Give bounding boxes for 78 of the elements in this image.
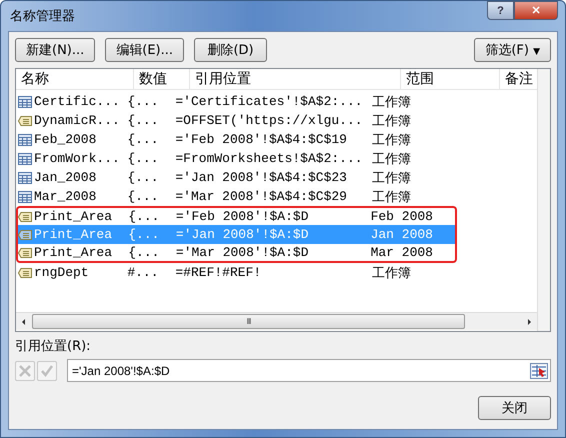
value-text: {...: [126, 151, 160, 166]
value-text: {...: [127, 209, 160, 224]
horizontal-scrollbar[interactable]: III: [16, 312, 537, 330]
reference-text: ='Feb 2008'!$A$4:$C$19: [174, 132, 348, 147]
reference-text: ='Certificates'!$A$2:...: [174, 94, 364, 109]
scope-text: 工作簿: [370, 188, 412, 206]
scrollbar-thumb[interactable]: III: [32, 314, 465, 329]
name-text: Jan_2008: [34, 170, 96, 185]
tag-icon: [18, 210, 32, 222]
refers-to-label: 引用位置(R):: [15, 338, 92, 355]
name-row[interactable]: Feb_2008 {... ='Feb 2008'!$A$4:$C$19 工作簿: [16, 130, 457, 149]
table-icon: [18, 172, 32, 184]
column-header[interactable]: 备注: [500, 69, 537, 89]
value-text: {...: [127, 227, 160, 242]
table-icon: [18, 96, 32, 108]
value-text: {...: [127, 245, 160, 260]
name-text: Certific...: [34, 94, 120, 109]
tag-icon: [18, 228, 32, 240]
help-button[interactable]: ?: [487, 1, 514, 20]
scope-text: 工作簿: [370, 112, 412, 130]
column-header[interactable]: 引用位置: [190, 69, 401, 89]
scope-text: 工作簿: [370, 150, 412, 168]
scope-text: Jan 2008: [370, 227, 434, 242]
name-text: Print_Area: [34, 227, 112, 242]
scope-text: 工作簿: [370, 94, 412, 110]
scroll-left-icon[interactable]: [20, 318, 28, 326]
value-text: {...: [126, 94, 160, 109]
name-text: Feb_2008: [34, 132, 96, 147]
toolbar-button[interactable]: 删除(D): [194, 38, 268, 62]
reference-text: ='Mar 2008'!$A:$D: [174, 245, 310, 260]
name-text: Mar_2008: [34, 189, 96, 204]
name-text: DynamicR...: [34, 113, 120, 128]
value-text: {...: [126, 132, 160, 147]
vertical-scrollbar[interactable]: [537, 69, 550, 331]
table-icon: [18, 152, 32, 164]
name-text: Print_Area: [34, 209, 112, 224]
close-dialog-button[interactable]: 关闭: [478, 396, 551, 420]
column-header[interactable]: 名称: [16, 69, 134, 89]
scroll-right-icon[interactable]: [525, 318, 533, 326]
name-row[interactable]: Mar_2008 {... ='Mar 2008'!$A$4:$C$29 工作簿: [16, 187, 457, 206]
toolbar-button[interactable]: 新建(N)...: [15, 38, 96, 62]
window-title: 名称管理器: [9, 8, 75, 25]
value-text: {...: [126, 113, 160, 128]
tag-icon: [18, 266, 32, 278]
reference-text: =#REF!#REF!: [174, 265, 262, 280]
table-icon: [18, 190, 32, 202]
name-row[interactable]: FromWork... {... =FromWorksheets!$A$2:... 工作簿: [16, 149, 457, 168]
name-row[interactable]: rngDept #... =#REF!#REF! 工作簿: [16, 263, 457, 282]
name-row[interactable]: DynamicR... {... =OFFSET('https://xlgu... 工作簿: [16, 111, 457, 130]
range-select-icon[interactable]: [530, 362, 548, 378]
value-text: #...: [126, 265, 160, 280]
reference-text: ='Jan 2008'!$A$4:$C$23: [174, 170, 348, 185]
name-text: rngDept: [34, 265, 89, 280]
scope-text: 工作簿: [370, 264, 412, 282]
name-text: Print_Area: [34, 245, 112, 260]
scope-text: Feb 2008: [370, 209, 434, 224]
name-row[interactable]: Jan_2008 {... ='Jan 2008'!$A$4:$C$23 工作簿: [16, 168, 457, 187]
value-text: {...: [126, 189, 160, 204]
value-text: {...: [126, 170, 160, 185]
tag-icon: [18, 246, 32, 258]
reference-text: ='Mar 2008'!$A$4:$C$29: [174, 189, 348, 204]
column-header[interactable]: 数值: [134, 69, 190, 89]
column-header[interactable]: 范围: [401, 69, 500, 89]
reference-text: =OFFSET('https://xlgu...: [174, 113, 364, 128]
scope-text: 工作簿: [370, 170, 412, 186]
name-row[interactable]: Certific... {... ='Certificates'!$A$2:... 工作簿: [16, 92, 457, 111]
reference-text: =FromWorksheets!$A$2:...: [174, 151, 364, 166]
reference-field[interactable]: ='Jan 2008'!$A:$D: [67, 359, 551, 382]
reference-text: ='Jan 2008'!$A:$D: [174, 227, 310, 242]
name-row[interactable]: Print_Area {... ='Mar 2008'!$A:$D Mar 2008: [16, 244, 457, 263]
name-text: FromWork...: [34, 151, 120, 166]
tag-icon: [18, 114, 32, 126]
table-icon: [18, 134, 32, 146]
filter-button[interactable]: 筛选(F) ▼: [474, 38, 551, 62]
scope-text: Mar 2008: [370, 245, 434, 260]
toolbar-button[interactable]: 编辑(E)...: [105, 38, 184, 62]
scope-text: 工作簿: [370, 132, 412, 148]
reference-text: ='Feb 2008'!$A:$D: [174, 209, 310, 224]
